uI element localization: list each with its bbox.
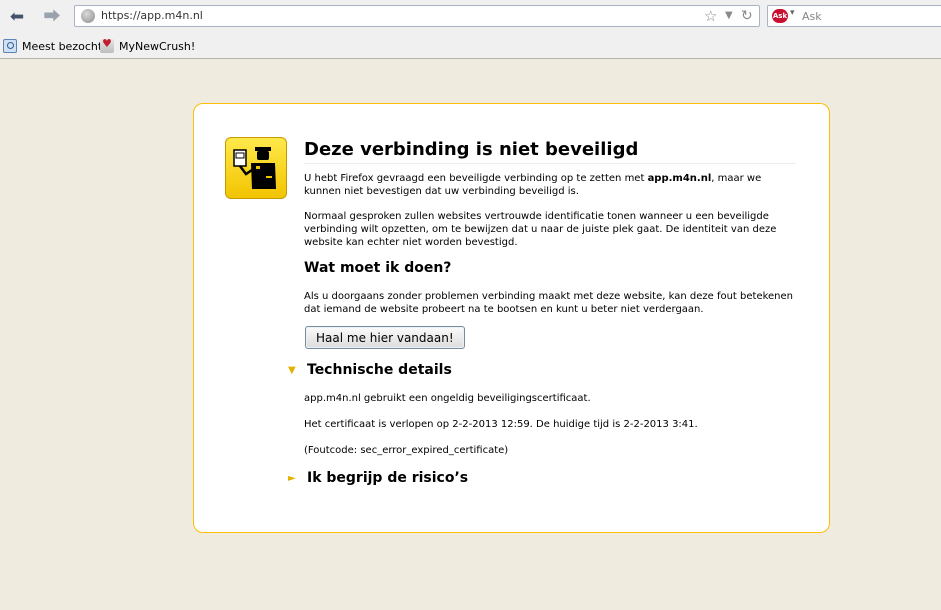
search-bar[interactable]: Ask ▾ Ask (767, 5, 941, 27)
reload-icon[interactable]: ↻ (741, 6, 753, 26)
security-officer-icon (225, 137, 287, 199)
search-input-placeholder[interactable]: Ask (802, 10, 822, 23)
bookmark-most-visited[interactable]: Meest bezocht (3, 39, 102, 53)
navigation-toolbar: ⬅ ⮕ https://app.m4n.nl ☆ ▼ ↻ Ask ▾ Ask (0, 0, 941, 35)
error-page-container: Deze verbinding is niet beveiligd U hebt… (193, 103, 830, 533)
collapsed-triangle-icon: ► (288, 472, 296, 484)
history-dropdown-icon[interactable]: ▼ (725, 6, 733, 26)
technical-details-expander[interactable]: ▼ Technische details (288, 362, 452, 378)
technical-details-heading: Technische details (307, 362, 452, 378)
tech-detail-line: app.m4n.nl gebruikt een ongeldig beveili… (304, 393, 591, 404)
expanded-triangle-icon: ▼ (288, 364, 296, 376)
understand-risks-heading: Ik begrijp de risico’s (307, 470, 469, 486)
tech-detail-line: Het certificaat is verlopen op 2-2-2013 … (304, 419, 698, 430)
intro-paragraph: U hebt Firefox gevraagd een beveiligde v… (304, 173, 762, 197)
error-code-line: (Foutcode: sec_error_expired_certificate… (304, 445, 509, 456)
bookmark-label: MyNewCrush! (119, 39, 196, 53)
get-me-out-button[interactable]: Haal me hier vandaan! (305, 326, 465, 349)
bookmark-mynewcrush[interactable]: MyNewCrush! (100, 37, 196, 53)
globe-icon (81, 9, 95, 23)
url-text[interactable]: https://app.m4n.nl (101, 9, 203, 22)
back-arrow-icon[interactable]: ⬅ (6, 6, 28, 28)
bookmark-label: Meest bezocht (22, 39, 103, 53)
bookmarks-toolbar: Meest bezocht MyNewCrush! (0, 35, 941, 59)
what-to-do-heading: Wat moet ik doen? (304, 260, 452, 276)
understand-risks-expander[interactable]: ► Ik begrijp de risico’s (288, 470, 468, 486)
intro-host: app.m4n.nl (647, 173, 712, 184)
what-to-do-paragraph: Als u doorgaans zonder problemen verbind… (304, 291, 794, 315)
url-bar[interactable]: https://app.m4n.nl ☆ ▼ ↻ (74, 5, 760, 27)
explanation-paragraph: Normaal gesproken zullen websites vertro… (304, 211, 777, 248)
page-title: Deze verbinding is niet beveiligd (304, 139, 796, 164)
most-visited-folder-icon (3, 39, 17, 53)
ask-logo-icon[interactable]: Ask (772, 9, 788, 23)
forward-arrow-icon[interactable]: ⮕ (41, 6, 63, 28)
mynewcrush-favicon (100, 37, 114, 53)
bookmark-star-icon[interactable]: ☆ (704, 6, 717, 26)
search-engine-dropdown-icon[interactable]: ▾ (790, 8, 795, 18)
